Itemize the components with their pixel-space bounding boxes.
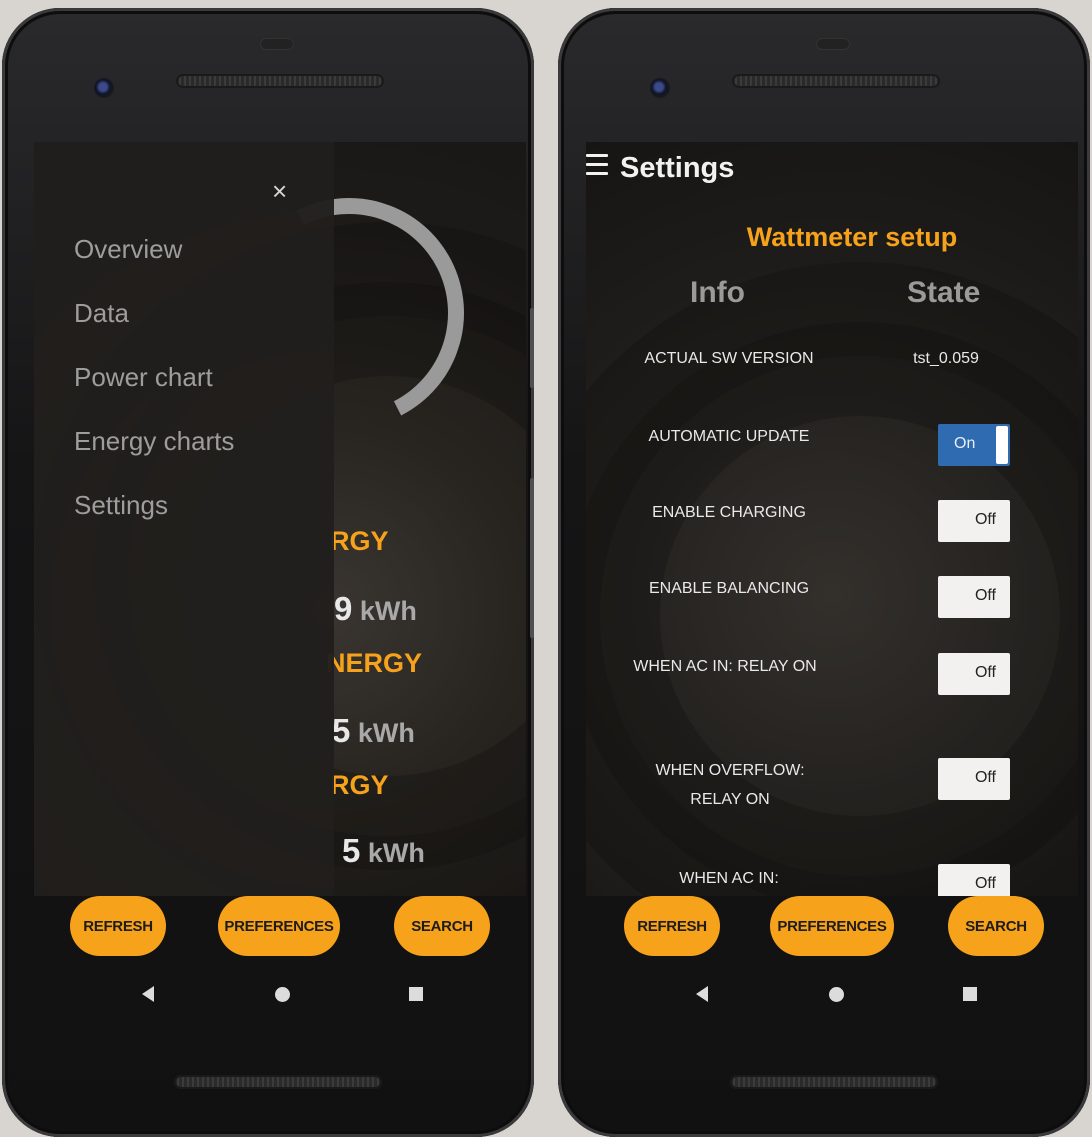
row-label-ac-in: WHEN AC IN: xyxy=(679,870,779,887)
earpiece-speaker xyxy=(732,74,940,88)
earpiece-speaker xyxy=(176,74,384,88)
close-icon[interactable]: × xyxy=(272,176,287,207)
home-circle-icon xyxy=(828,986,844,1002)
back-triangle-icon xyxy=(142,986,154,1002)
row-label-ac-in-relay: WHEN AC IN: RELAY ON xyxy=(633,658,817,675)
row-label-overflow-relay: WHEN OVERFLOW: RELAY ON xyxy=(655,762,805,808)
preferences-button[interactable]: PREFERENCES xyxy=(770,896,894,956)
enable-balancing-toggle[interactable]: Off xyxy=(938,576,1010,618)
ac-in-toggle[interactable]: Off xyxy=(938,864,1010,896)
front-camera xyxy=(94,78,114,98)
bottom-speaker xyxy=(730,1075,938,1089)
column-header-info: Info xyxy=(690,276,745,309)
row-label-enable-charging: ENABLE CHARGING xyxy=(652,504,806,521)
drawer-item-settings[interactable]: Settings xyxy=(74,490,168,521)
nav-back-button[interactable] xyxy=(690,982,714,1006)
volume-button xyxy=(530,478,534,638)
energy-label-2: NERGY xyxy=(326,648,423,678)
section-title: Wattmeter setup xyxy=(746,222,958,252)
nav-recents-button[interactable] xyxy=(958,982,982,1006)
enable-charging-toggle[interactable]: Off xyxy=(938,500,1010,542)
ac-in-relay-toggle[interactable]: Off xyxy=(938,653,1010,695)
front-camera xyxy=(650,78,670,98)
top-speaker xyxy=(816,38,850,50)
energy-label-3: RGY xyxy=(330,770,389,800)
toggle-state-label: Off xyxy=(974,664,996,681)
refresh-button[interactable]: REFRESH xyxy=(70,896,166,956)
nav-home-button[interactable] xyxy=(824,982,848,1006)
left-screen: RGY 9 kWh NERGY 5 kWh RGY 5 kWh × Overvi… xyxy=(34,142,526,896)
toggle-state-label: On xyxy=(954,435,976,452)
toggle-state-label: Off xyxy=(974,511,996,528)
nav-home-button[interactable] xyxy=(270,982,294,1006)
right-screen: Settings Wattmeter setup Info State ACTU… xyxy=(586,142,1078,896)
nav-recents-button[interactable] xyxy=(404,982,428,1006)
preferences-button[interactable]: PREFERENCES xyxy=(218,896,340,956)
search-button[interactable]: SEARCH xyxy=(394,896,490,956)
recents-square-icon xyxy=(409,987,423,1001)
row-label-enable-balancing: ENABLE BALANCING xyxy=(648,580,810,597)
row-label-automatic-update: AUTOMATIC UPDATE xyxy=(648,428,810,445)
energy-label-1: RGY xyxy=(330,526,389,556)
home-circle-icon xyxy=(274,986,290,1002)
bottom-speaker xyxy=(174,1075,382,1089)
page-title: Settings xyxy=(620,152,735,184)
toggle-knob xyxy=(996,426,1008,464)
nav-drawer: × Overview Data Power chart Energy chart… xyxy=(34,142,334,896)
back-triangle-icon xyxy=(696,986,708,1002)
nav-back-button[interactable] xyxy=(136,982,160,1006)
refresh-button[interactable]: REFRESH xyxy=(624,896,720,956)
toggle-state-label: Off xyxy=(974,587,996,604)
drawer-item-data[interactable]: Data xyxy=(74,298,129,329)
energy-value-2: 5 kWh xyxy=(332,712,415,749)
sw-version-value: tst_0.059 xyxy=(913,350,979,367)
right-phone: Settings Wattmeter setup Info State ACTU… xyxy=(558,8,1090,1137)
side-button xyxy=(530,308,534,388)
left-phone: RGY 9 kWh NERGY 5 kWh RGY 5 kWh × Overvi… xyxy=(2,8,534,1137)
drawer-item-overview[interactable]: Overview xyxy=(74,234,182,265)
search-button[interactable]: SEARCH xyxy=(948,896,1044,956)
energy-value-1: 9 kWh xyxy=(334,590,417,627)
row-label-sw-version: ACTUAL SW VERSION xyxy=(644,350,814,367)
hamburger-icon[interactable] xyxy=(586,154,612,178)
energy-value-3: 5 kWh xyxy=(342,832,425,869)
toggle-state-label: Off xyxy=(974,769,996,786)
toggle-state-label: Off xyxy=(974,875,996,892)
recents-square-icon xyxy=(963,987,977,1001)
automatic-update-toggle[interactable]: On xyxy=(938,424,1010,466)
drawer-item-power-chart[interactable]: Power chart xyxy=(74,362,213,393)
column-header-state: State xyxy=(907,276,981,309)
drawer-item-energy-charts[interactable]: Energy charts xyxy=(74,426,234,457)
overflow-relay-toggle[interactable]: Off xyxy=(938,758,1010,800)
top-speaker xyxy=(260,38,294,50)
